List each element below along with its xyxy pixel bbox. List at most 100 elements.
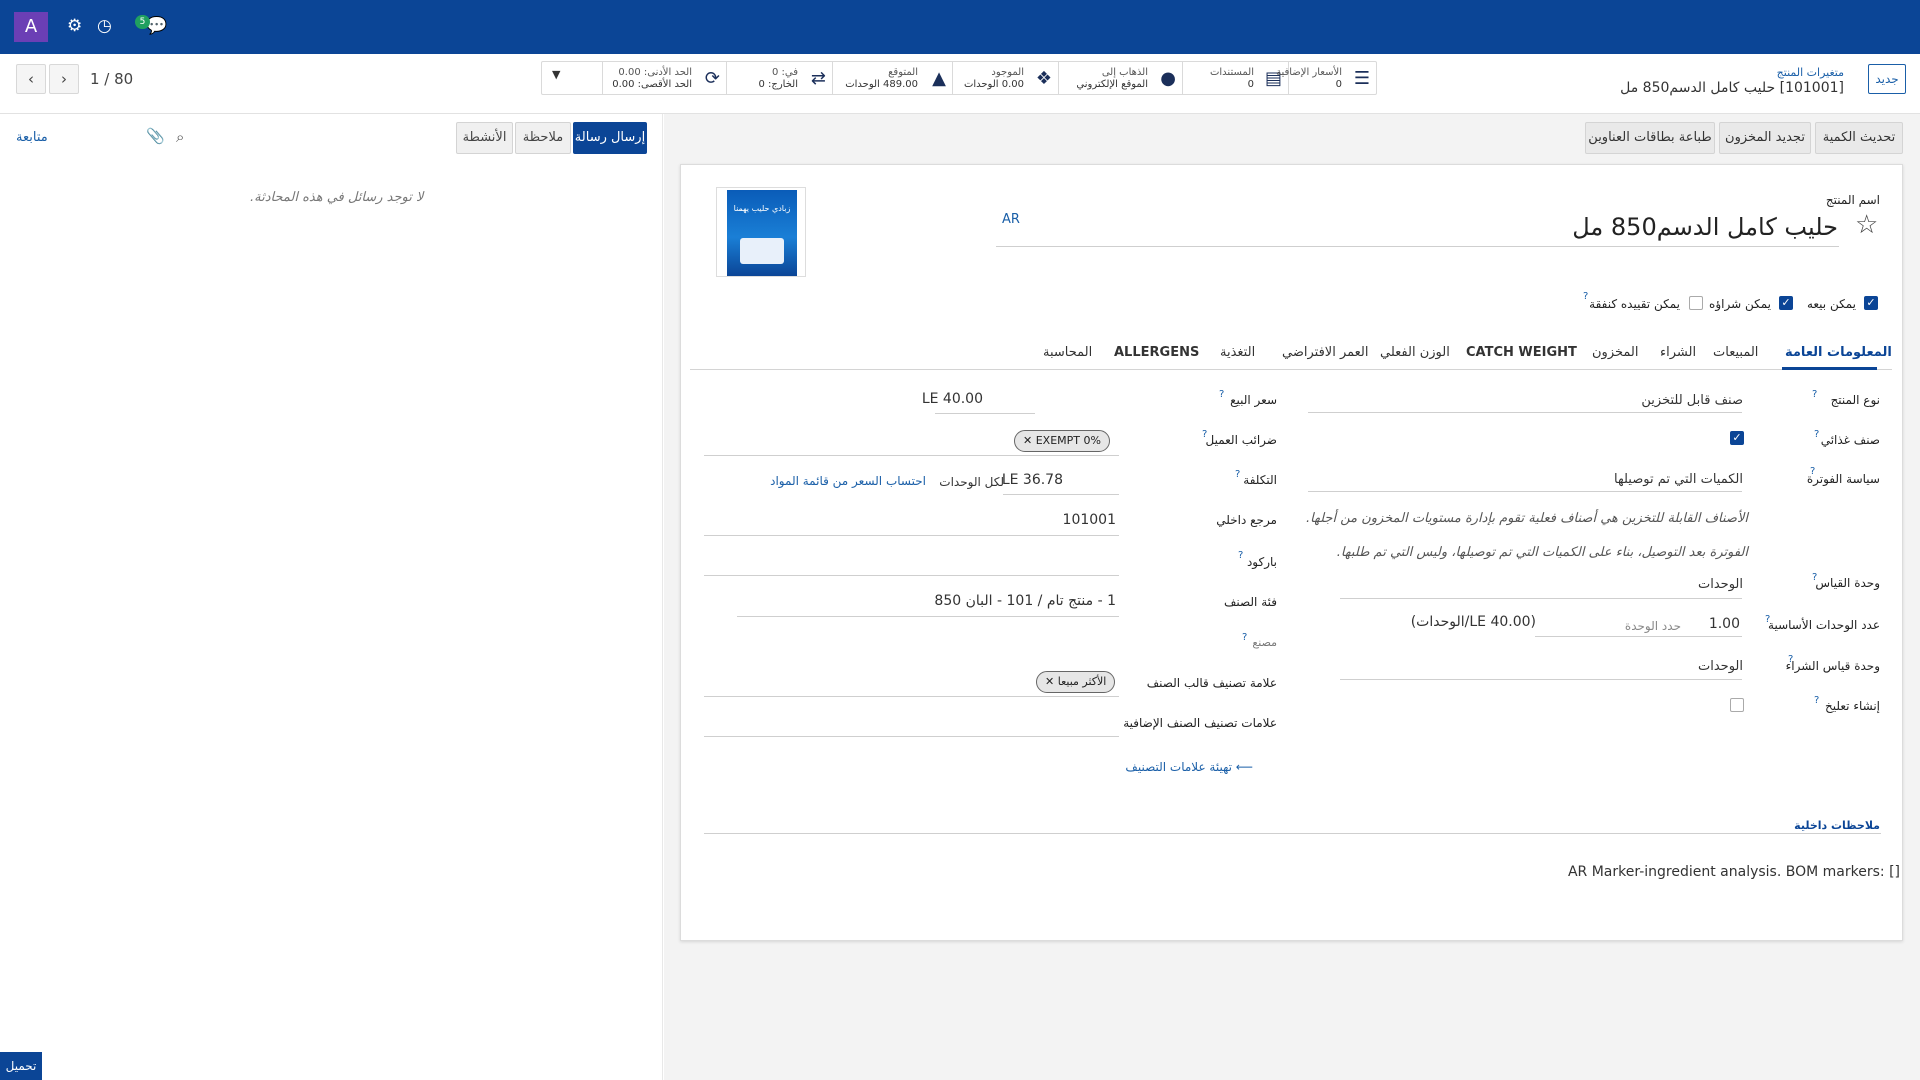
food-item-checkbox[interactable]: ✓ (1730, 431, 1744, 445)
template-tag[interactable]: ✕ الأكثر مبيعا (1036, 671, 1116, 693)
cubes-icon: ❖ (1035, 68, 1052, 89)
tax-tag[interactable]: ✕ EXEMPT 0% (1014, 430, 1110, 452)
sale-price-input[interactable]: LE 40.00 (922, 391, 983, 407)
purchase-uom-select[interactable]: الوحدات (1698, 659, 1743, 674)
stockable-hint: الأصناف القابلة للتخزين هي أصناف فعلية ت… (1306, 511, 1748, 526)
area-chart-icon: ▲ (932, 68, 946, 89)
sale-price-underline (935, 413, 1035, 414)
stat-documents[interactable]: ▤ المستندات 0 (1182, 62, 1288, 94)
can-be-sold-checkbox[interactable]: ✓ (1864, 296, 1878, 310)
update-quantity-button[interactable]: تحديث الكمية (1815, 122, 1903, 154)
create-repack-checkbox[interactable] (1730, 698, 1744, 712)
stat-forecast[interactable]: ▲ المتوقع 489.00 الوحدات (832, 62, 952, 94)
help-icon[interactable]: ? (1814, 695, 1819, 706)
config-tags-link[interactable]: ⟵ تهيئة علامات التصنيف (1125, 760, 1253, 774)
cost-underline (1003, 494, 1119, 495)
help-icon[interactable]: ? (1810, 466, 1815, 477)
help-icon[interactable]: ? (1242, 632, 1247, 643)
tab-purchase[interactable]: الشراء (1660, 345, 1696, 360)
unit-price-text: (40.00 LE/الوحدات) (1410, 614, 1536, 630)
stat-in-out[interactable]: ⇄ في: 0 الخارج: 0 (726, 62, 832, 94)
tab-inventory[interactable]: المخزون (1592, 345, 1638, 360)
help-icon[interactable]: ? (1812, 389, 1817, 400)
barcode-underline (704, 575, 1119, 576)
refresh-icon: ⟳ (704, 68, 720, 89)
invoicing-hint: الفوترة بعد التوصيل، بناء على الكميات ال… (1336, 545, 1748, 560)
base-units-input[interactable]: 1.00 (1709, 616, 1740, 632)
help-icon[interactable]: ? (1235, 469, 1240, 480)
help-icon[interactable]: ? (1788, 654, 1793, 665)
tab-actual-weight[interactable]: الوزن الفعلي (1380, 345, 1450, 360)
product-name-input[interactable]: حليب كامل الدسم850 مل (1572, 213, 1838, 241)
uom-select[interactable]: الوحدات (1698, 577, 1743, 592)
can-be-sold-label: يمكن بيعه (1806, 297, 1856, 311)
can-be-expensed-checkbox[interactable] (1689, 296, 1703, 310)
log-note-button[interactable]: ملاحظة (515, 122, 571, 154)
pager-next-button[interactable]: › (49, 64, 79, 94)
help-icon[interactable]: ? (1812, 572, 1817, 583)
help-icon[interactable]: ? (1583, 291, 1588, 302)
tab-shelf-life[interactable]: العمر الافتراضي (1282, 345, 1369, 360)
new-button[interactable]: جديد (1868, 64, 1906, 94)
more-dropdown[interactable]: ▼ (542, 62, 602, 94)
tab-sales[interactable]: المبيعات (1713, 345, 1758, 360)
globe-icon: ● (1160, 68, 1176, 89)
help-icon[interactable]: ? (1814, 429, 1819, 440)
replenish-button[interactable]: تجديد المخزون (1719, 122, 1811, 154)
stat-documents-value: 0 (1247, 79, 1254, 90)
active-tab-indicator (1782, 367, 1877, 370)
product-type-select[interactable]: صنف قابل للتخزين (1641, 393, 1743, 408)
tab-general-info[interactable]: المعلومات العامة (1785, 345, 1892, 360)
breadcrumb-parent[interactable]: متغيرات المنتج (1777, 66, 1844, 79)
stat-min: الحد الأدنى: 0.00 (618, 67, 692, 78)
category-select[interactable]: 1 - منتج تام / 101 - البان 850 (934, 593, 1116, 609)
help-icon[interactable]: ? (1202, 429, 1207, 440)
stat-extra-prices[interactable]: ☰ الأسعار الإضافية 0 (1276, 62, 1376, 94)
can-be-purchased-checkbox[interactable]: ✓ (1779, 296, 1793, 310)
star-icon[interactable]: ☆ (1855, 210, 1878, 240)
internal-ref-underline (704, 535, 1119, 536)
internal-ref-input[interactable]: 101001 (1063, 512, 1116, 528)
internal-notes-tab[interactable]: ملاحظات داخلية (1794, 819, 1880, 832)
extra-tags-underline (704, 736, 1119, 737)
cost-input[interactable]: LE 36.78 (1002, 472, 1063, 488)
close-icon[interactable]: ✕ (1023, 434, 1032, 447)
print-labels-button[interactable]: طباعة بطاقات العناوين (1585, 122, 1715, 154)
can-be-purchased-label: يمكن شراؤه (1709, 297, 1771, 311)
tab-accounting[interactable]: المحاسبة (1043, 345, 1092, 360)
help-icon[interactable]: ? (1219, 389, 1224, 400)
clock-icon[interactable]: ◷ (97, 15, 112, 37)
tab-catch-weight[interactable]: CATCH WEIGHT (1466, 345, 1577, 360)
follow-button[interactable]: متابعة (16, 130, 48, 145)
stat-website[interactable]: ● الذهاب إلى الموقع الإلكتروني (1058, 62, 1182, 94)
carton-shape (740, 238, 784, 264)
download-button[interactable]: تحميل (0, 1052, 42, 1080)
transfer-icon: ⇄ (810, 68, 826, 89)
help-icon[interactable]: ? (1238, 550, 1243, 561)
tab-allergens[interactable]: ALLERGENS (1114, 345, 1199, 360)
product-image[interactable]: زبادي حليب يهمنا (716, 187, 806, 277)
stat-onhand-value: 0.00 الوحدات (963, 79, 1024, 90)
base-units-underline (1535, 636, 1742, 637)
help-icon[interactable]: ? (1765, 614, 1770, 625)
tab-nutrition[interactable]: التغذية (1220, 345, 1255, 360)
apps-icon[interactable]: ⚙ (67, 15, 82, 37)
lang-button[interactable]: AR (1002, 212, 1020, 227)
pager-counter[interactable]: 1 / 80 (90, 70, 133, 88)
stat-onhand[interactable]: ❖ الموجود 0.00 الوحدات (952, 62, 1058, 94)
user-avatar[interactable]: A (14, 12, 48, 42)
template-tags-label: علامة تصنيف قالب الصنف (1146, 676, 1277, 690)
close-icon[interactable]: ✕ (1045, 675, 1054, 688)
yogurt-carton-image: زبادي حليب يهمنا (727, 190, 797, 276)
paperclip-icon[interactable]: 📎 (146, 127, 165, 145)
tab-bar (690, 369, 1892, 370)
activities-button[interactable]: الأنشطة (456, 122, 513, 154)
pager-prev-button[interactable]: ‹ (16, 64, 46, 94)
chatter-pane (0, 114, 663, 1080)
search-icon[interactable]: ⌕ (176, 128, 184, 146)
compute-bom-link[interactable]: احتساب السعر من قائمة المواد (770, 474, 926, 488)
send-message-button[interactable]: إرسال رسالة (573, 122, 647, 154)
invoice-policy-select[interactable]: الكميات التي تم توصيلها (1614, 472, 1743, 487)
manufacturer-label: مصنع (1252, 636, 1277, 649)
stat-minmax[interactable]: ⟳ الحد الأدنى: 0.00 الحد الأقصى: 0.00 (602, 62, 726, 94)
